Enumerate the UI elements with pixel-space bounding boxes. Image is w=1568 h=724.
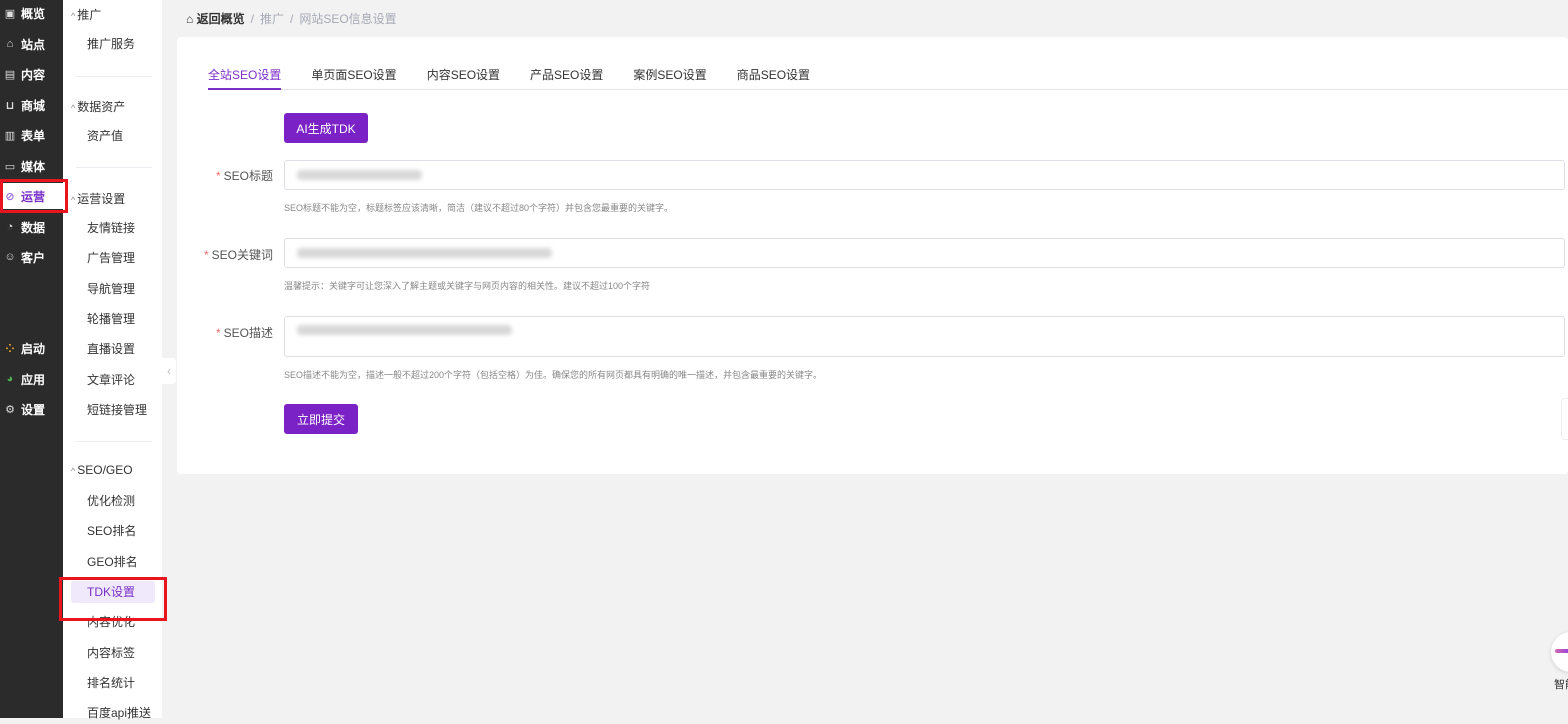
submenu-item[interactable]: 短链接管理: [71, 399, 155, 421]
submenu-item[interactable]: 推广服务: [71, 33, 155, 55]
main-sidebar: ▣ 概览 ⌂ 站点 ▤ 内容 ⊔ 商城 ▥ 表单 ▭ 媒体 ⊘ 运营 ◔ 数据 ☺ 客户 ⁘ 启动 ◕ 应用 ⚙ 设置: [0, 0, 63, 718]
nav-item-label: 客户: [21, 250, 46, 265]
submenu-divider: [76, 441, 152, 442]
gear-icon: ⚙: [5, 403, 15, 416]
tab-2[interactable]: 内容SEO设置: [427, 66, 500, 90]
submenu-item[interactable]: 优化检测: [71, 490, 155, 512]
nav-item-1[interactable]: ⌂ 站点: [0, 31, 63, 57]
collapse-submenu-button[interactable]: ‹: [162, 358, 176, 384]
seo-keywords-label: * SEO关键词: [203, 248, 273, 262]
seo-keywords-hint: 温馨提示：关键字可让您深入了解主题或关键字与网页内容的相关性。建议不超过100个…: [284, 281, 651, 291]
nav-item-label: 概览: [21, 6, 46, 21]
seo-title-input[interactable]: [284, 160, 1565, 190]
breadcrumb-home[interactable]: ⌂ 返回概览: [186, 10, 245, 27]
ai-assistant-label: 智能: [1554, 679, 1568, 691]
tab-5[interactable]: 商品SEO设置: [737, 66, 810, 90]
submit-button[interactable]: 立即提交: [284, 404, 358, 434]
nav-item-9[interactable]: ⁘ 启动: [0, 335, 63, 361]
submenu-divider: [76, 76, 152, 77]
nav-item-3[interactable]: ⊔ 商城: [0, 92, 63, 118]
nav-item-label: 启动: [21, 341, 46, 356]
breadcrumb-item[interactable]: 推广: [260, 10, 284, 27]
form-icon: ▥: [4, 129, 16, 142]
submenu-group-header[interactable]: 推广: [71, 6, 101, 23]
submenu-group-header[interactable]: SEO/GEO: [71, 463, 132, 477]
submenu-item[interactable]: 内容标签: [71, 642, 155, 664]
submenu-item[interactable]: 广告管理: [71, 247, 155, 269]
seo-keywords-input[interactable]: [284, 238, 1565, 268]
submenu-group-header[interactable]: 数据资产: [71, 98, 125, 115]
submenu-item[interactable]: 排名统计: [71, 672, 155, 694]
seo-description-hint: SEO描述不能为空，描述一般不超过200个字符（包括空格）为佳。确保您的所有网页…: [284, 370, 823, 380]
ai-generate-tdk-button[interactable]: AI生成TDK: [284, 113, 368, 143]
nav-item-2[interactable]: ▤ 内容: [0, 61, 63, 87]
tab-0[interactable]: 全站SEO设置: [208, 66, 282, 90]
user-icon: ☺: [4, 251, 16, 263]
tab-4[interactable]: 案例SEO设置: [633, 66, 706, 90]
nav-item-0[interactable]: ▣ 概览: [0, 0, 63, 26]
dots-icon: ⁘: [5, 342, 15, 355]
submenu-item[interactable]: 百度api推送: [71, 702, 155, 724]
submenu-item[interactable]: GEO排名: [71, 551, 155, 573]
submenu-group-header[interactable]: 运营设置: [71, 190, 125, 207]
tab-3[interactable]: 产品SEO设置: [530, 66, 603, 90]
highlight-box: [0, 179, 68, 213]
submenu-item[interactable]: 资产值: [71, 125, 155, 147]
seo-title-hint: SEO标题不能为空，标题标签应该清晰，简洁（建议不超过80个字符）并包含您最重要…: [284, 203, 674, 213]
nav-item-10[interactable]: ◕ 应用: [0, 366, 63, 392]
nav-item-label: 设置: [21, 402, 46, 417]
submenu-item[interactable]: 轮播管理: [71, 308, 155, 330]
submenu-item[interactable]: 导航管理: [71, 278, 155, 300]
ai-assistant-button[interactable]: [1551, 632, 1568, 672]
nav-item-label: 内容: [21, 67, 46, 82]
submenu-item[interactable]: 文章评论: [71, 369, 155, 391]
nav-item-5[interactable]: ▭ 媒体: [0, 153, 63, 179]
nav-item-7[interactable]: ◔ 数据: [0, 214, 63, 240]
side-panel-tab[interactable]: [1561, 398, 1568, 440]
cart-icon: ⊔: [5, 99, 15, 112]
nav-item-label: 商城: [21, 98, 46, 113]
nav-item-8[interactable]: ☺ 客户: [0, 244, 63, 270]
video-icon: ▭: [4, 160, 16, 173]
submenu-item[interactable]: 友情链接: [71, 217, 155, 239]
submenu-item[interactable]: SEO排名: [71, 520, 155, 542]
apps-icon: ◕: [6, 373, 14, 385]
seo-settings-card: 全站SEO设置 单页面SEO设置 内容SEO设置 产品SEO设置 案例SEO设置 商品SE…: [177, 37, 1568, 474]
seo-description-label: * SEO描述: [215, 326, 273, 340]
tab-1[interactable]: 单页面SEO设置: [311, 66, 396, 90]
home-icon: ⌂: [6, 38, 14, 50]
nav-item-label: 站点: [21, 37, 46, 52]
submenu-item[interactable]: 直播设置: [71, 338, 155, 360]
submenu-divider: [76, 167, 152, 168]
monitor-icon: ▣: [4, 7, 16, 20]
seo-title-label: * SEO标题: [215, 169, 273, 183]
seo-description-textarea[interactable]: [284, 316, 1565, 357]
document-icon: ▤: [4, 68, 16, 81]
nav-item-label: 数据: [21, 220, 46, 235]
breadcrumb-current: 网站SEO信息设置: [299, 12, 397, 26]
nav-item-label: 应用: [21, 372, 46, 387]
nav-item-label: 媒体: [21, 159, 46, 174]
clock-icon: ◔: [6, 221, 14, 233]
nav-item-label: 表单: [21, 128, 46, 143]
seo-tabs: 全站SEO设置 单页面SEO设置 内容SEO设置 产品SEO设置 案例SEO设置 商品SE…: [208, 66, 1568, 90]
highlight-box: [59, 577, 167, 621]
nav-item-11[interactable]: ⚙ 设置: [0, 396, 63, 422]
breadcrumb: ⌂ 返回概览 / 推广 / 网站SEO信息设置: [186, 10, 397, 27]
nav-item-4[interactable]: ▥ 表单: [0, 122, 63, 148]
